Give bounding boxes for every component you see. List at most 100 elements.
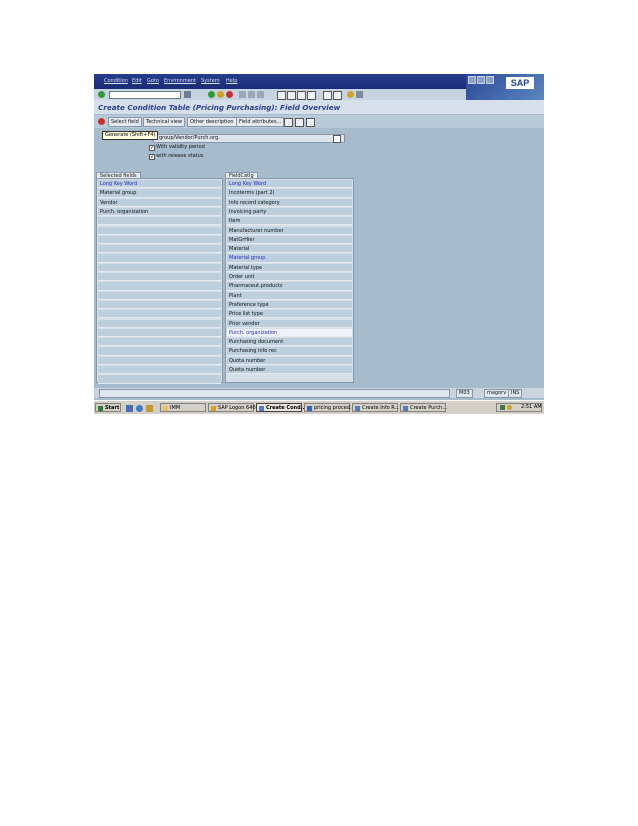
task-create-info[interactable]: Create Info R... — [352, 403, 399, 412]
first-page-icon[interactable] — [277, 91, 286, 100]
list-item[interactable] — [98, 217, 221, 226]
back-icon[interactable] — [208, 91, 215, 98]
quick-launch-desktop-icon[interactable] — [126, 405, 133, 412]
menu-edit[interactable]: Edit — [132, 78, 142, 84]
list-item[interactable] — [98, 366, 221, 375]
sap-icon — [211, 406, 216, 411]
next-page-icon[interactable] — [297, 91, 306, 100]
list-item[interactable]: Material group — [227, 254, 352, 263]
list-item[interactable] — [98, 310, 221, 319]
list-item[interactable] — [98, 356, 221, 365]
start-label: Start — [105, 405, 120, 411]
field-attributes-button[interactable]: Field attributes... — [236, 117, 285, 127]
quick-launch-ie-icon[interactable] — [136, 405, 143, 412]
validity-period-checkbox[interactable]: ✔ — [149, 145, 155, 151]
status-system: M03 — [456, 389, 473, 398]
menu-help[interactable]: Help — [226, 78, 237, 84]
other-description-button[interactable]: Other description — [187, 117, 237, 127]
release-status-checkbox[interactable]: ✔ — [149, 154, 155, 160]
list-item[interactable]: Quota number — [227, 356, 352, 365]
list-item[interactable]: Long Key Word — [98, 180, 221, 189]
list-item[interactable] — [98, 375, 221, 384]
task-create-purch[interactable]: Create Purch... — [400, 403, 447, 412]
list-item[interactable]: Quota number — [227, 366, 352, 375]
list-item[interactable]: Purchasing document — [227, 338, 352, 347]
table-description-field[interactable]: l group/Vendor/Purch.org. — [153, 134, 345, 143]
command-field[interactable] — [109, 91, 181, 99]
network-icon[interactable] — [500, 405, 505, 410]
details-icon[interactable] — [284, 118, 293, 127]
copy-icon[interactable] — [295, 118, 304, 127]
list-item[interactable]: Purch. organization — [98, 207, 221, 217]
list-item[interactable]: Order unit — [227, 273, 352, 282]
find-icon[interactable] — [248, 91, 255, 98]
sap-window-icon — [355, 406, 360, 411]
task-sap-logon[interactable]: SAP Logon 640 — [208, 403, 256, 412]
enter-icon[interactable] — [98, 91, 105, 98]
list-item[interactable]: Material type — [227, 263, 352, 272]
menu-goto[interactable]: Goto — [147, 78, 159, 84]
menu-system[interactable]: System — [201, 78, 220, 84]
list-item[interactable]: Pharmaceut.products — [227, 282, 352, 291]
list-item[interactable]: Incoterms (part 2) — [227, 189, 352, 198]
task-pricing-proced[interactable]: pricing proced... — [304, 403, 355, 412]
list-item[interactable] — [98, 347, 221, 356]
edit-icon[interactable] — [333, 135, 341, 143]
list-item[interactable]: Material group — [98, 189, 221, 198]
layout-menu-icon[interactable] — [356, 91, 363, 98]
list-item[interactable]: Price list type — [227, 310, 352, 319]
table-icon[interactable] — [306, 118, 315, 127]
task-label: Create Purch... — [410, 405, 447, 411]
list-item[interactable]: Preference type — [227, 300, 352, 310]
create-session-icon[interactable] — [323, 91, 332, 100]
help-icon[interactable] — [347, 91, 354, 98]
list-item[interactable] — [98, 300, 221, 310]
list-item[interactable] — [98, 235, 221, 245]
list-item[interactable] — [98, 319, 221, 328]
shortcut-icon[interactable] — [333, 91, 342, 100]
maximize-button[interactable] — [477, 76, 485, 84]
list-item[interactable]: Prior vendor — [227, 319, 352, 328]
print-icon[interactable] — [239, 91, 246, 98]
list-item[interactable] — [98, 291, 221, 300]
menu-condition[interactable]: Condition — [104, 78, 128, 84]
exit-icon[interactable] — [217, 91, 224, 98]
technical-view-button[interactable]: Technical view — [143, 117, 186, 127]
select-field-button[interactable]: Select field — [108, 117, 142, 127]
list-item[interactable] — [98, 338, 221, 347]
quick-launch-folder-icon[interactable] — [146, 405, 153, 412]
task-create-cond[interactable]: Create Cond... — [256, 403, 306, 412]
list-item[interactable]: Purchasing info rec — [227, 347, 352, 356]
save-icon[interactable] — [184, 91, 191, 98]
status-mode[interactable]: INS — [508, 389, 523, 398]
list-item[interactable]: Item — [227, 217, 352, 226]
list-item[interactable]: Manufacturer number — [227, 226, 352, 235]
list-item[interactable]: Plant — [227, 291, 352, 300]
tray-app-icon[interactable] — [507, 405, 512, 410]
list-item[interactable]: Material — [227, 245, 352, 254]
list-item[interactable]: Invoicing party — [227, 207, 352, 217]
list-item[interactable]: MatGrHier — [227, 235, 352, 245]
list-item[interactable] — [98, 273, 221, 282]
last-page-icon[interactable] — [307, 91, 316, 100]
cancel-icon[interactable] — [226, 91, 233, 98]
start-button[interactable]: Start — [95, 403, 121, 412]
list-item[interactable]: Vendor — [98, 198, 221, 207]
list-item[interactable] — [98, 282, 221, 291]
previous-page-icon[interactable] — [287, 91, 296, 100]
list-item[interactable]: Purch. organization — [227, 328, 352, 338]
list-item[interactable]: Info record category — [227, 198, 352, 207]
task-imm[interactable]: IMM — [160, 403, 206, 412]
menu-environment[interactable]: Environment — [164, 78, 196, 84]
find-next-icon[interactable] — [257, 91, 264, 98]
list-item[interactable] — [98, 226, 221, 235]
list-item[interactable] — [98, 263, 221, 272]
list-item[interactable]: Long Key Word — [227, 180, 352, 189]
generate-icon[interactable] — [98, 118, 105, 125]
close-window-button[interactable] — [486, 76, 494, 84]
sap-logo-area: SAP — [466, 74, 544, 100]
minimize-button[interactable] — [468, 76, 476, 84]
list-item[interactable] — [98, 254, 221, 263]
list-item[interactable] — [98, 245, 221, 254]
list-item[interactable] — [98, 328, 221, 338]
